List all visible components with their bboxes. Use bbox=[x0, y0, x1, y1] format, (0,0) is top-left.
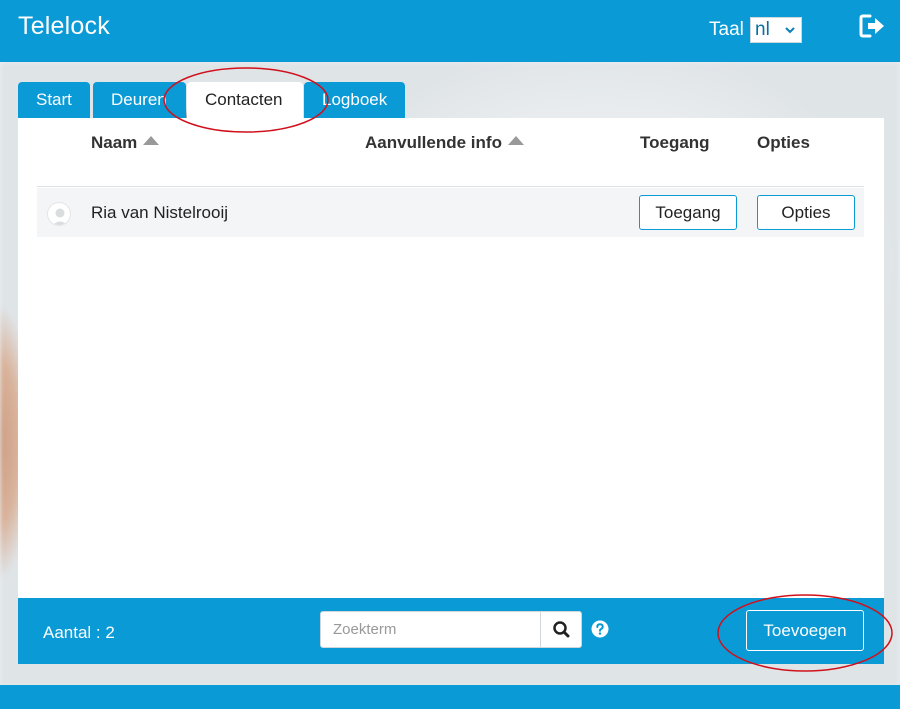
bottom-bar bbox=[0, 685, 900, 709]
add-contact-button[interactable]: Toevoegen bbox=[746, 610, 864, 651]
search-button[interactable] bbox=[540, 611, 582, 648]
language-select[interactable]: nl bbox=[750, 17, 802, 43]
contacts-panel: Naam Aanvullende info Toegang Opties Ria… bbox=[18, 118, 884, 598]
tab-deuren[interactable]: Deuren bbox=[93, 82, 186, 118]
tab-label: Contacten bbox=[205, 90, 283, 109]
language-label: Taal bbox=[709, 19, 744, 40]
language-selected-value: nl bbox=[755, 19, 770, 40]
tab-contacten[interactable]: Contacten bbox=[187, 82, 303, 118]
column-header-name[interactable]: Naam bbox=[91, 133, 160, 153]
search-input[interactable]: Zoekterm bbox=[320, 611, 542, 648]
access-button[interactable]: Toegang bbox=[639, 195, 737, 230]
logout-icon[interactable] bbox=[858, 13, 886, 39]
column-header-options: Opties bbox=[757, 133, 810, 152]
sort-asc-icon bbox=[507, 136, 524, 145]
app-title: Telelock bbox=[18, 12, 110, 40]
column-header-info[interactable]: Aanvullende info bbox=[365, 133, 524, 153]
tab-label: Start bbox=[36, 90, 72, 109]
table-row: Ria van Nistelrooij Toegang Opties bbox=[37, 188, 864, 237]
header-divider bbox=[37, 186, 864, 187]
column-header-access: Toegang bbox=[640, 133, 710, 152]
panel-footer: Aantal : 2 Zoekterm Toevoegen bbox=[18, 598, 884, 664]
search-icon bbox=[553, 621, 570, 638]
tab-label: Logboek bbox=[322, 90, 388, 109]
contact-name: Ria van Nistelrooij bbox=[91, 203, 228, 222]
tab-label: Deuren bbox=[111, 90, 167, 109]
chevron-down-icon bbox=[784, 18, 796, 50]
help-icon[interactable] bbox=[591, 620, 609, 638]
contact-count: Aantal : 2 bbox=[43, 623, 115, 642]
tab-start[interactable]: Start bbox=[18, 82, 90, 118]
options-button[interactable]: Opties bbox=[757, 195, 855, 230]
tab-logboek[interactable]: Logboek bbox=[304, 82, 405, 118]
sort-asc-icon bbox=[143, 136, 160, 145]
search-placeholder: Zoekterm bbox=[333, 621, 397, 638]
app-header: Telelock Taal nl bbox=[0, 0, 900, 62]
user-avatar-icon bbox=[47, 202, 71, 226]
